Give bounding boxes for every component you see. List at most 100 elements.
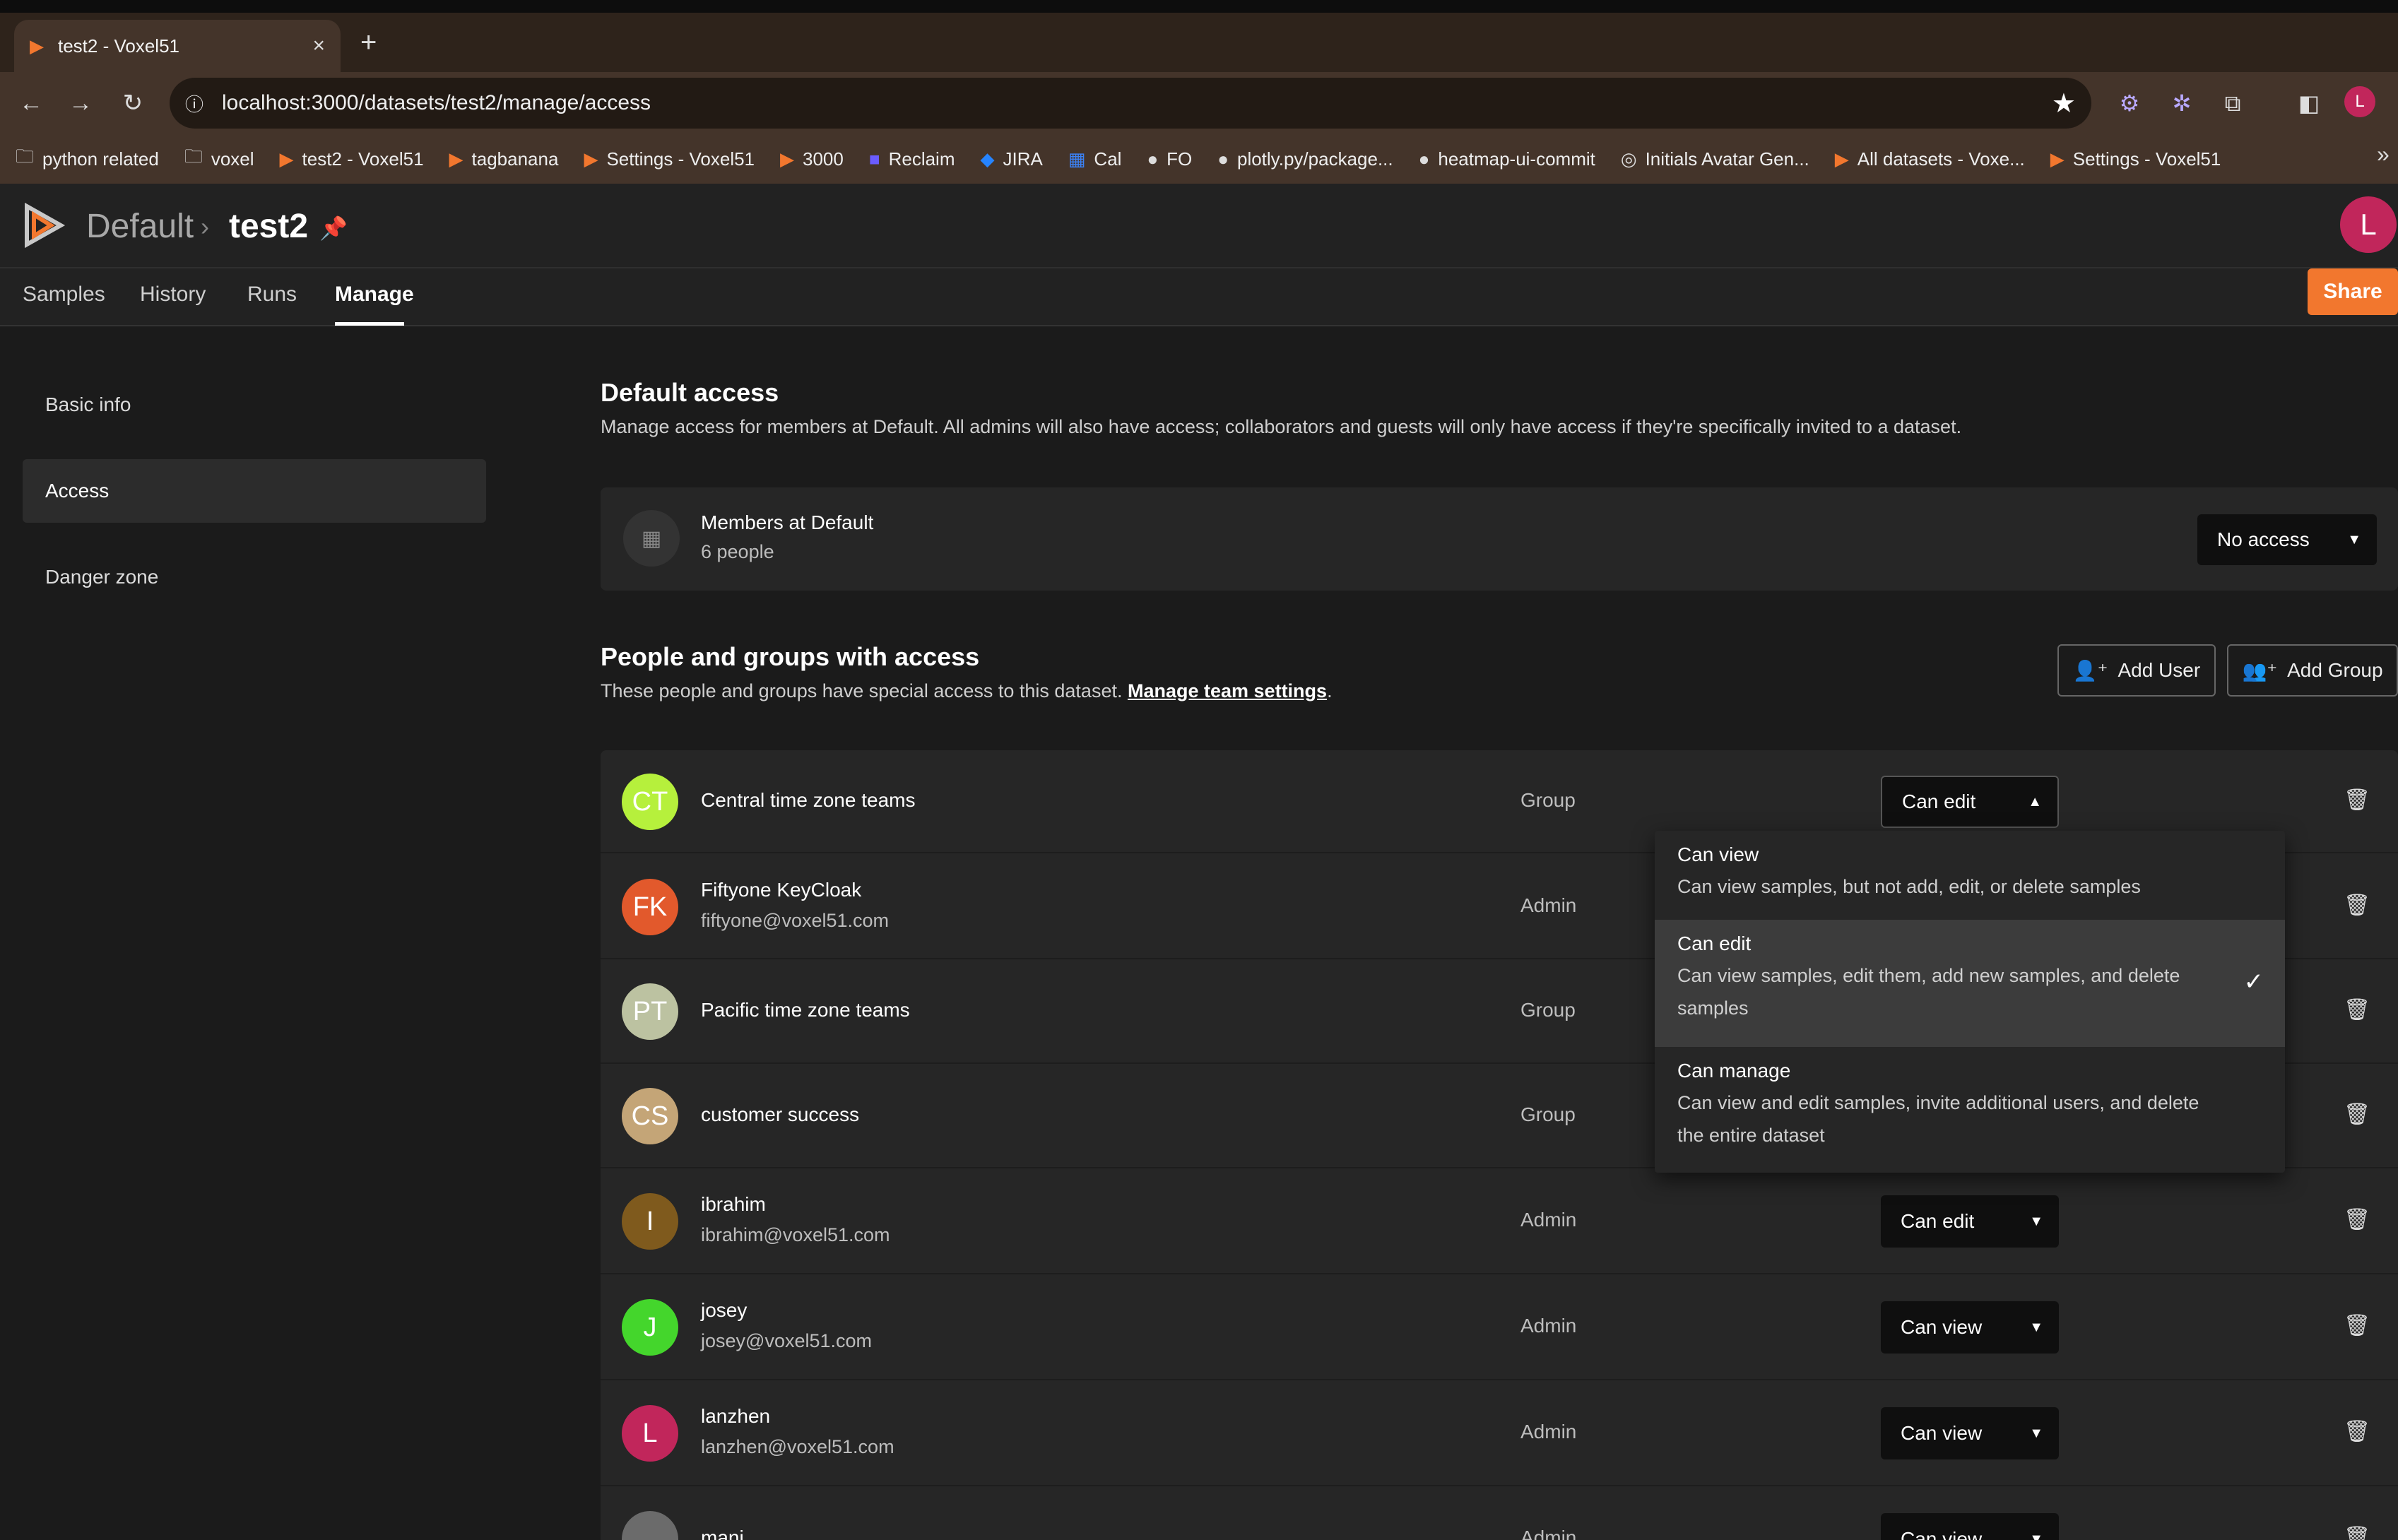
caret-up-icon: ▲ [2028,793,2042,810]
web-icon: ◎ [1620,148,1637,170]
manage-team-settings-link[interactable]: Manage team settings [1128,680,1327,701]
bookmark-label: Cal [1094,148,1122,170]
bookmark-label: Reclaim [888,148,955,170]
url-text: localhost:3000/datasets/test2/manage/acc… [222,91,651,114]
member-email: josey@voxel51.com [701,1330,873,1351]
people-description: These people and groups have special acc… [601,677,1333,705]
avatar [622,1511,678,1540]
user-avatar[interactable]: L [2340,196,2397,253]
delete-icon[interactable]: 🗑 [2343,1525,2371,1540]
member-email: ibrahim@voxel51.com [701,1224,890,1245]
avatar: CT [622,774,678,830]
tab-runs[interactable]: Runs [247,277,297,312]
add-group-button[interactable]: 👥⁺ Add Group [2227,644,2398,697]
members-title: Members at Default [701,511,874,533]
add-user-label: Add User [2118,659,2201,681]
voxel-icon: ▶ [279,148,294,170]
back-icon[interactable]: ← [11,83,51,123]
bookmark-item[interactable]: ▶ Settings - Voxel51 [2050,148,2221,170]
bookmark-item[interactable]: ▶ tagbanana [449,148,559,170]
avatar: PT [622,983,678,1040]
access-row: Iibrahim ibrahim@voxel51.com Admin Can edit… [601,1168,2398,1274]
extension-icon[interactable]: ⚙ [2113,86,2146,120]
option-description: Can view samples, but not add, edit, or … [1677,876,2141,897]
extension-icon[interactable]: ✲ [2165,86,2199,120]
bookmark-item[interactable]: ◎ Initials Avatar Gen... [1621,148,1809,170]
access-option-can-manage[interactable]: Can manage Can view and edit samples, inv… [1655,1047,2285,1173]
tab-samples[interactable]: Samples [23,277,105,312]
voxel-icon: ▶ [584,148,598,170]
bookmark-star-icon[interactable]: ★ [2052,88,2076,119]
access-level-select[interactable]: Can view ▼ [1881,1301,2059,1354]
reload-icon[interactable]: ↻ [113,83,153,123]
bookmark-label: FO [1166,148,1193,170]
bookmark-item[interactable]: ▶ test2 - Voxel51 [280,148,424,170]
delete-icon[interactable]: 🗑 [2343,893,2371,918]
bookmark-item[interactable]: ● heatmap-ui-commit [1419,148,1595,170]
member-role: Admin [1520,1527,1577,1540]
site-info-icon[interactable]: ⓘ [185,90,203,117]
add-user-icon: 👤⁺ [2072,659,2108,682]
bookmark-label: plotly.py/package... [1236,148,1393,170]
calendar-icon: ▦ [1068,148,1086,170]
sidebar-item-danger-zone[interactable]: Danger zone [23,545,486,609]
access-option-can-view[interactable]: Can view Can view samples, but not add, e… [1655,831,2285,920]
delete-icon[interactable]: 🗑 [2343,788,2371,812]
bookmark-item[interactable]: ▶ Settings - Voxel51 [584,148,755,170]
voxel51-logo[interactable] [20,202,66,249]
browser-profile-avatar[interactable]: L [2344,86,2375,117]
bookmarks-bar: 🗀 python related 🗀 voxel ▶ test2 - Voxel51 ▶ ta… [0,134,2398,184]
option-title: Can view [1677,843,1759,865]
bookmark-item[interactable]: 🗀 voxel [184,143,254,174]
forward-icon[interactable]: → [61,83,100,123]
bookmark-item[interactable]: ■ Reclaim [869,148,955,170]
delete-icon[interactable]: 🗑 [2343,1207,2371,1232]
close-tab-icon[interactable]: × [312,34,325,58]
bookmark-label: tagbanana [471,148,559,170]
pin-icon[interactable]: 📌 [319,211,348,246]
bookmark-label: Settings - Voxel51 [606,148,755,170]
caret-down-icon: ▼ [2029,1425,2043,1441]
bookmark-item[interactable]: ▶ All datasets - Voxe... [1835,148,2025,170]
sidebar-item-access[interactable]: Access [23,459,486,523]
bookmark-label: test2 - Voxel51 [302,148,424,170]
bookmark-item[interactable]: ● FO [1147,148,1192,170]
bookmark-label: heatmap-ui-commit [1438,148,1595,170]
delete-icon[interactable]: 🗑 [2343,1313,2371,1338]
bookmark-item[interactable]: ▦ Cal [1068,148,1122,170]
side-panel-icon[interactable]: ◧ [2292,86,2326,120]
breadcrumb-org[interactable]: Default [86,206,194,247]
delete-icon[interactable]: 🗑 [2343,1102,2371,1127]
share-button[interactable]: Share [2308,268,2398,315]
access-level-select[interactable]: Can view ▼ [1881,1407,2059,1459]
tab-history[interactable]: History [140,277,206,312]
sidebar-item-basic-info[interactable]: Basic info [23,373,486,437]
extensions-puzzle-icon[interactable]: ⧉ [2216,86,2250,120]
bookmark-item[interactable]: ● plotly.py/package... [1217,148,1393,170]
bookmark-item[interactable]: ◆ JIRA [981,148,1043,170]
bookmark-item[interactable]: 🗀 python related [16,143,159,174]
address-bar[interactable]: ⓘ localhost:3000/datasets/test2/manage/a… [170,78,2091,129]
delete-icon[interactable]: 🗑 [2343,997,2371,1022]
access-level-select[interactable]: Can edit ▲ [1881,776,2059,828]
delete-icon[interactable]: 🗑 [2343,1419,2371,1444]
bookmark-label: JIRA [1003,148,1043,170]
new-tab-button[interactable]: + [360,25,377,59]
access-option-can-edit[interactable]: Can edit Can view samples, edit them, add… [1655,920,2285,1047]
people-description-text: These people and groups have special acc… [601,680,1123,701]
access-level-value: Can view [1901,1528,1983,1540]
caret-down-icon: ▼ [2347,531,2361,547]
browser-tab[interactable]: ▶ test2 - Voxel51 × [14,20,341,72]
default-access-select[interactable]: No access ▼ [2197,514,2377,565]
more-bookmarks-icon[interactable]: » [2377,141,2390,167]
access-level-select[interactable]: Can edit ▼ [1881,1195,2059,1248]
github-icon: ● [1217,148,1229,170]
bookmark-item[interactable]: ▶ 3000 [780,148,844,170]
caret-down-icon: ▼ [2029,1531,2043,1540]
folder-icon: 🗀 [184,146,203,167]
access-level-select[interactable]: Can view ▼ [1881,1513,2059,1540]
app-header [0,184,2398,268]
tab-title: test2 - Voxel51 [58,35,179,57]
tab-manage[interactable]: Manage [335,277,414,312]
add-user-button[interactable]: 👤⁺ Add User [2057,644,2216,697]
